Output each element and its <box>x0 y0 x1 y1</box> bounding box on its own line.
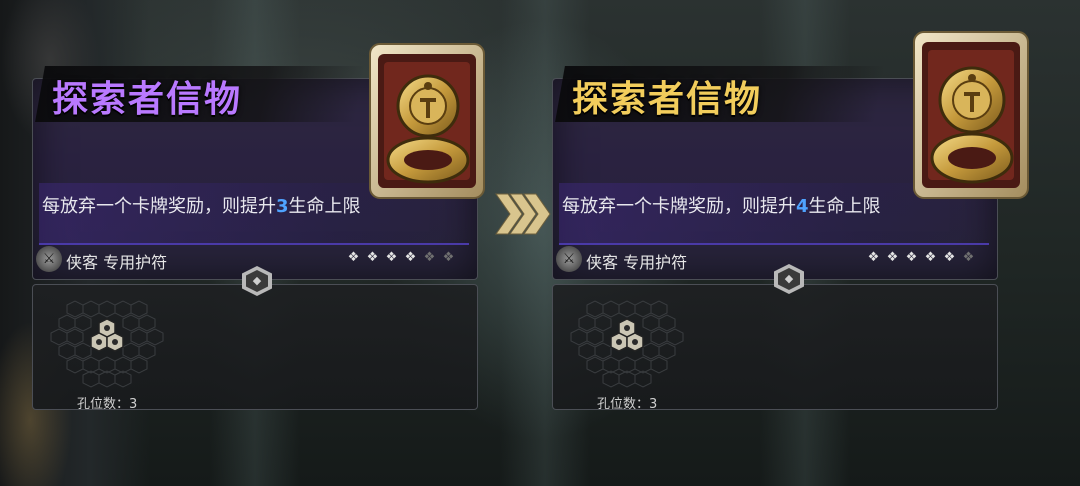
rogue-class-icon: ⚔ <box>36 246 62 272</box>
upgrade-star-icon: ❖ <box>385 250 398 265</box>
item-title: 探索者信物 <box>52 78 243 120</box>
upgrade-stars: ❖ ❖ ❖ ❖ ❖ ❖ <box>346 251 456 265</box>
socket-grid <box>50 300 164 388</box>
socket-count-label: 孔位数：3 <box>77 397 138 412</box>
upgrade-star-icon: ❖ <box>442 250 455 265</box>
upgrade-star-icon: ❖ <box>943 250 956 265</box>
socket-panel: 孔位数：3 <box>552 284 998 412</box>
upgrade-star-icon: ❖ <box>867 250 880 265</box>
upgrade-star-icon: ❖ <box>423 250 436 265</box>
upgrade-star-icon: ❖ <box>366 250 379 265</box>
upgrade-star-icon: ❖ <box>347 250 360 265</box>
upgrade-star-icon: ❖ <box>905 250 918 265</box>
upgrade-comparison-screen: 探索者信物 每放弃一个卡牌奖励，则提升3生命上限 ⚔ 侠客 专用护符 ❖ ❖ ❖… <box>0 0 1080 486</box>
class-label: 侠客 专用护符 <box>66 253 168 272</box>
triple-chevron-right-icon <box>495 193 551 235</box>
golden-ring-icon <box>368 42 486 200</box>
golden-ring-icon <box>912 30 1030 199</box>
socket-count-label: 孔位数：3 <box>597 397 658 412</box>
socket-panel: 孔位数：3 <box>32 284 478 412</box>
hex-socket-icon[interactable]: ◆ <box>774 264 804 294</box>
socket-grid <box>570 300 684 388</box>
upgrade-star-icon: ❖ <box>924 250 937 265</box>
upgrade-stars: ❖ ❖ ❖ ❖ ❖ ❖ <box>866 251 976 265</box>
stat-value: 4 <box>796 196 809 217</box>
upgrade-star-icon: ❖ <box>962 250 975 265</box>
upgrade-star-icon: ❖ <box>404 250 417 265</box>
hex-socket-icon[interactable]: ◆ <box>242 266 272 296</box>
rogue-class-icon: ⚔ <box>556 246 582 272</box>
item-title: 探索者信物 <box>572 78 763 120</box>
item-description: 每放弃一个卡牌奖励，则提升4生命上限 <box>562 196 881 217</box>
item-description: 每放弃一个卡牌奖励，则提升3生命上限 <box>42 196 361 217</box>
stat-value: 3 <box>276 196 289 217</box>
class-label: 侠客 专用护符 <box>586 253 688 272</box>
upgrade-star-icon: ❖ <box>886 250 899 265</box>
